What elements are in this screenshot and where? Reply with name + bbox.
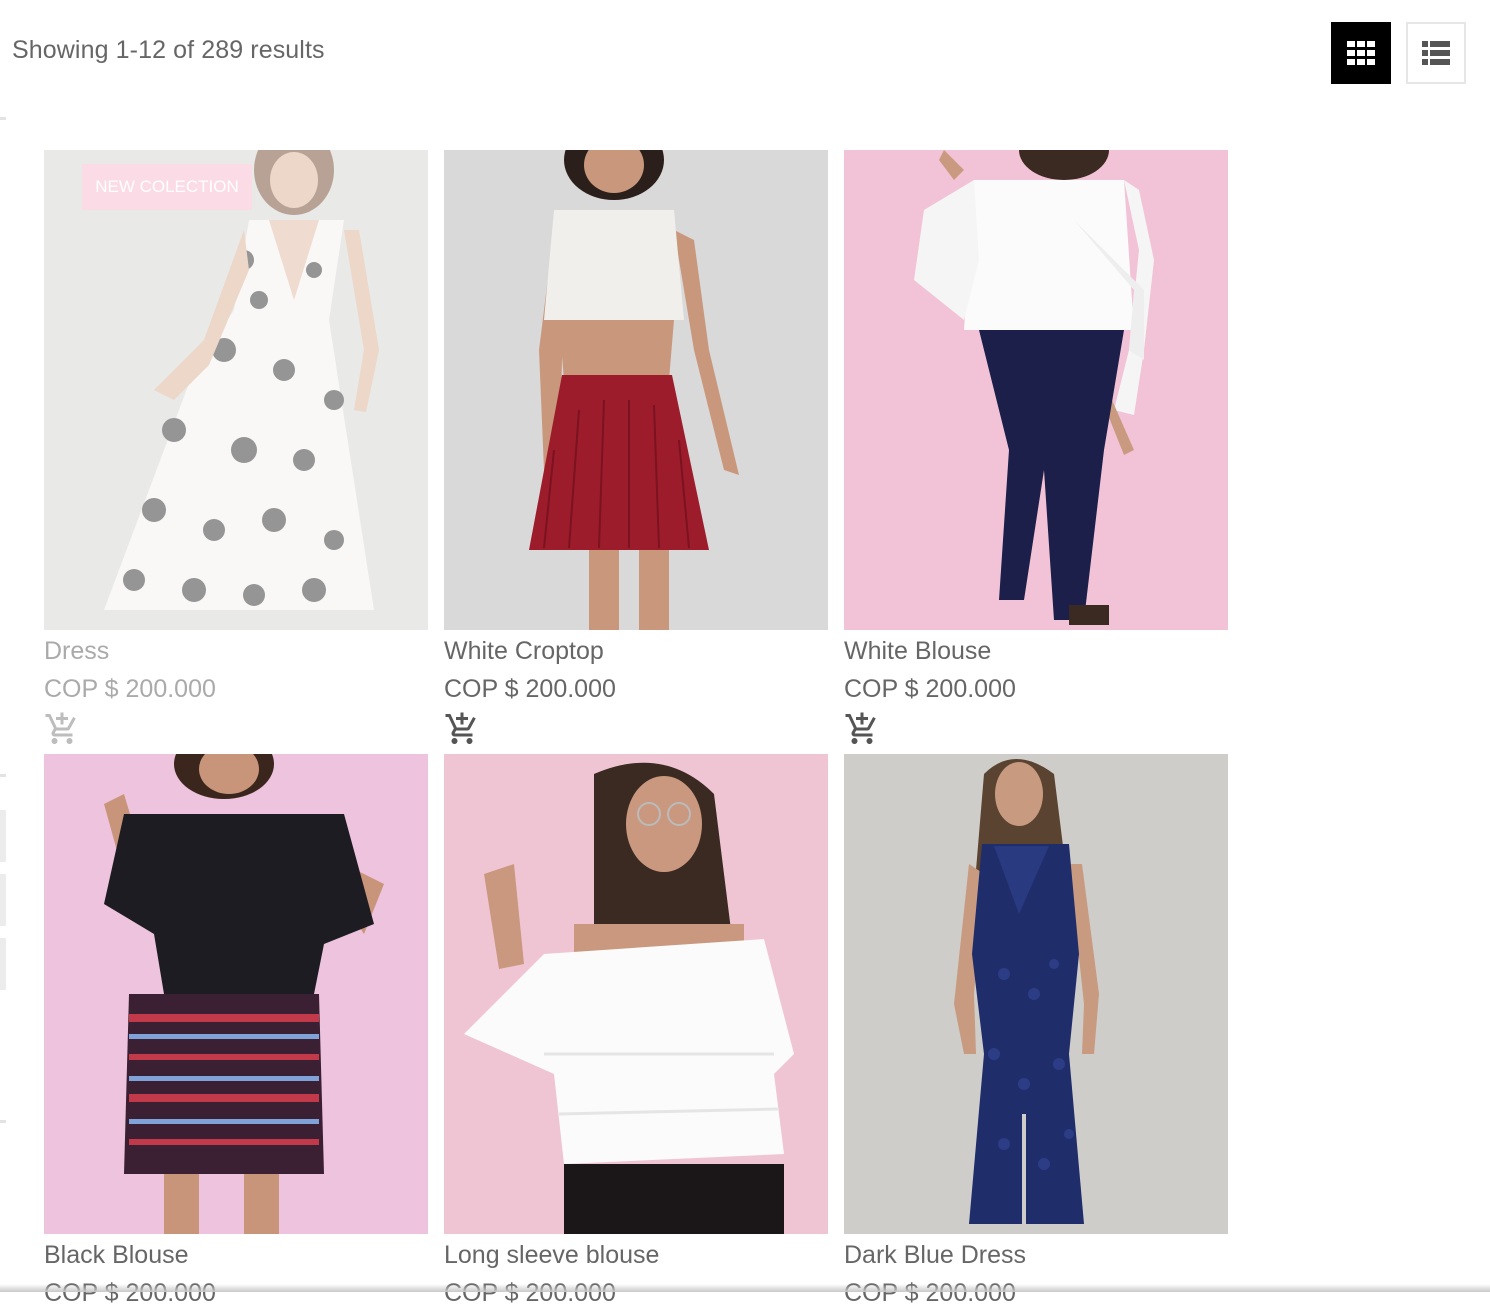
hover-overlay	[44, 150, 428, 630]
product-image[interactable]	[444, 754, 828, 1234]
add-to-cart-button[interactable]	[44, 711, 80, 747]
sidebar-edge	[0, 938, 6, 990]
product-price: COP $ 200.000	[444, 1279, 616, 1307]
product-card[interactable]: White Croptop COP $ 200.000	[444, 150, 828, 747]
add-to-cart-button[interactable]	[844, 711, 880, 747]
product-title[interactable]: Dress	[44, 635, 428, 667]
add-to-cart-icon	[445, 712, 476, 744]
product-title[interactable]: Dark Blue Dress	[844, 1239, 1228, 1271]
grid-view-button[interactable]	[1331, 22, 1391, 84]
product-image[interactable]: NEW COLECTION	[44, 150, 428, 630]
sidebar-edge	[0, 774, 6, 777]
grid-view-icon	[1347, 41, 1375, 65]
results-count: Showing 1-12 of 289 results	[12, 36, 325, 64]
sidebar-edge	[0, 810, 6, 862]
sidebar-edge	[0, 874, 6, 926]
product-image[interactable]	[444, 150, 828, 630]
product-price: COP $ 200.000	[844, 1279, 1016, 1307]
product-image[interactable]	[844, 150, 1228, 630]
add-to-cart-button[interactable]	[444, 711, 480, 747]
add-to-cart-icon	[845, 712, 876, 744]
product-title[interactable]: White Croptop	[444, 635, 828, 667]
product-price: COP $ 200.000	[444, 675, 616, 703]
product-title[interactable]: Long sleeve blouse	[444, 1239, 828, 1271]
product-title[interactable]: White Blouse	[844, 635, 1228, 667]
product-card[interactable]: Black Blouse COP $ 200.000	[44, 754, 428, 1309]
product-price: COP $ 200.000	[844, 675, 1016, 703]
list-view-icon	[1422, 41, 1450, 65]
product-image[interactable]	[44, 754, 428, 1234]
product-title[interactable]: Black Blouse	[44, 1239, 428, 1271]
product-card[interactable]: White Blouse COP $ 200.000	[844, 150, 1228, 747]
product-price: COP $ 200.000	[44, 1279, 216, 1307]
add-to-cart-icon	[45, 712, 76, 744]
product-card[interactable]: NEW COLECTION Dress COP $ 200.000	[44, 150, 428, 747]
product-card[interactable]: Long sleeve blouse COP $ 200.000	[444, 754, 828, 1309]
list-view-button[interactable]	[1406, 22, 1466, 84]
product-card[interactable]: Dark Blue Dress COP $ 200.000	[844, 754, 1228, 1309]
window-bottom-edge	[0, 1284, 1490, 1292]
product-image[interactable]	[844, 754, 1228, 1234]
sidebar-edge	[0, 1120, 6, 1123]
product-price: COP $ 200.000	[44, 675, 216, 703]
new-collection-badge: NEW COLECTION	[82, 164, 252, 210]
sidebar-edge	[0, 117, 6, 120]
